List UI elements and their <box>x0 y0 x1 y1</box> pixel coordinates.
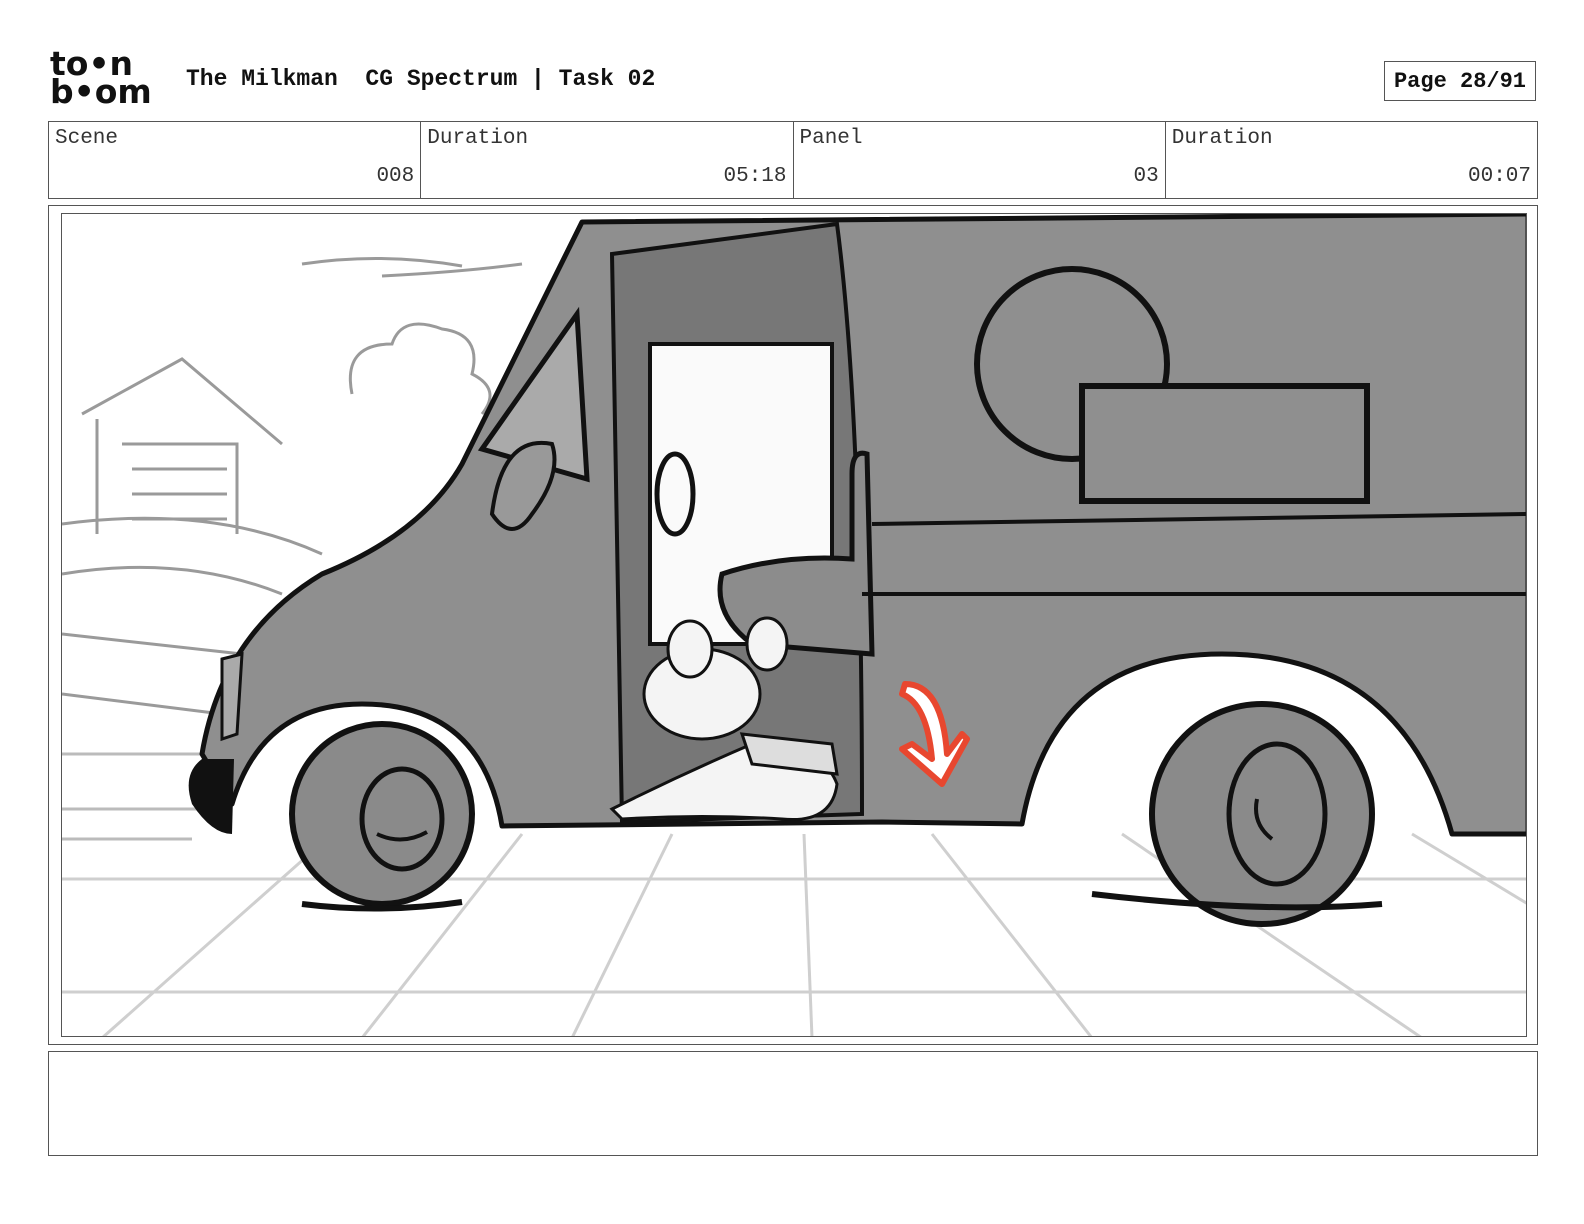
rear-wheel <box>1149 701 1375 927</box>
van-logo-panel <box>1079 383 1370 504</box>
panel-value: 03 <box>1133 165 1159 188</box>
scene-info-row: Scene 008 Duration 05:18 Panel 03 Durati… <box>48 121 1538 199</box>
front-wheel <box>289 721 475 907</box>
scene-value: 008 <box>376 165 415 188</box>
scene-duration-label: Duration <box>427 127 529 150</box>
panel-duration-value: 00:07 <box>1467 165 1531 188</box>
storyboard-panel-frame <box>48 205 1538 1045</box>
panel-duration-cell: Duration 00:07 <box>1166 122 1537 198</box>
scene-duration-value: 05:18 <box>723 165 787 188</box>
project-title: The Milkman CG Spectrum | Task 02 <box>186 66 656 92</box>
logo-line-2: b•om <box>50 72 152 111</box>
panel-cell: Panel 03 <box>794 122 1166 198</box>
scene-label: Scene <box>55 127 119 150</box>
scene-cell: Scene 008 <box>49 122 422 198</box>
panel-duration-label: Duration <box>1171 127 1273 150</box>
storyboard-drawing <box>61 213 1527 1037</box>
van-sketch-illustration <box>62 214 1526 1036</box>
front-bumper <box>188 759 234 834</box>
page-indicator: Page 28/91 <box>1384 61 1536 101</box>
panel-label: Panel <box>799 127 863 150</box>
toon-boom-logo: to•n b•om <box>50 47 165 112</box>
panel-notes-box <box>48 1051 1538 1156</box>
scene-duration-cell: Duration 05:18 <box>421 122 794 198</box>
